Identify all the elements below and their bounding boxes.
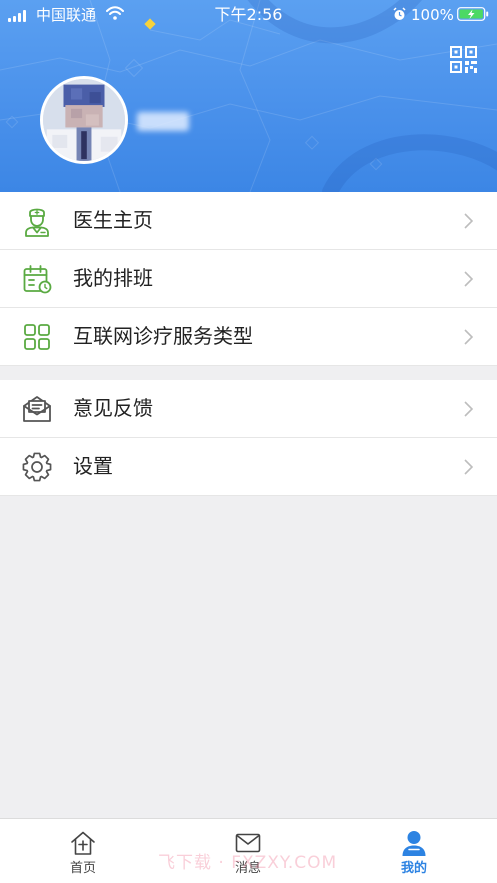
tab-mine[interactable]: 我的 (331, 819, 497, 883)
grid-icon (24, 324, 50, 350)
battery-percent: 100% (411, 6, 454, 24)
menu-item-feedback[interactable]: 意见反馈 (0, 380, 497, 438)
menu-item-label: 我的排班 (73, 266, 153, 290)
battery-charging-icon (457, 7, 489, 21)
profile-header: 中国联通 下午2:56 100% (0, 0, 497, 192)
tab-messages[interactable]: 消息 (165, 819, 331, 883)
doctor-avatar[interactable] (40, 76, 128, 164)
home-icon (71, 831, 95, 855)
menu-item-doctor-home[interactable]: 医生主页 (0, 192, 497, 250)
doctor-icon (25, 208, 49, 237)
chevron-right-icon (464, 329, 473, 345)
chevron-right-icon (464, 459, 473, 475)
chevron-right-icon (464, 271, 473, 287)
tab-label: 消息 (234, 861, 261, 876)
menu-item-label: 医生主页 (73, 208, 153, 232)
menu-item-my-schedule[interactable]: 我的排班 (0, 250, 497, 308)
tab-label: 首页 (69, 861, 96, 876)
menu-item-service-types[interactable]: 互联网诊疗服务类型 (0, 308, 497, 366)
chevron-right-icon (464, 213, 473, 229)
alarm-icon (393, 7, 406, 20)
menu-item-label: 互联网诊疗服务类型 (73, 324, 253, 348)
menu-item-label: 意见反馈 (73, 396, 153, 420)
mail-icon (235, 833, 261, 853)
bottom-tab-bar: 首页 消息 我的 (0, 818, 497, 883)
qr-code-icon[interactable] (450, 46, 477, 73)
tab-label: 我的 (400, 861, 427, 876)
doctor-name-blurred (137, 112, 189, 131)
tab-home[interactable]: 首页 (0, 819, 166, 883)
calendar-icon (23, 265, 52, 294)
feedback-envelope-icon (23, 396, 51, 422)
menu-item-label: 设置 (73, 454, 113, 478)
menu-item-settings[interactable]: 设置 (0, 438, 497, 496)
person-icon (402, 831, 426, 856)
gear-icon (22, 452, 52, 482)
chevron-right-icon (464, 401, 473, 417)
